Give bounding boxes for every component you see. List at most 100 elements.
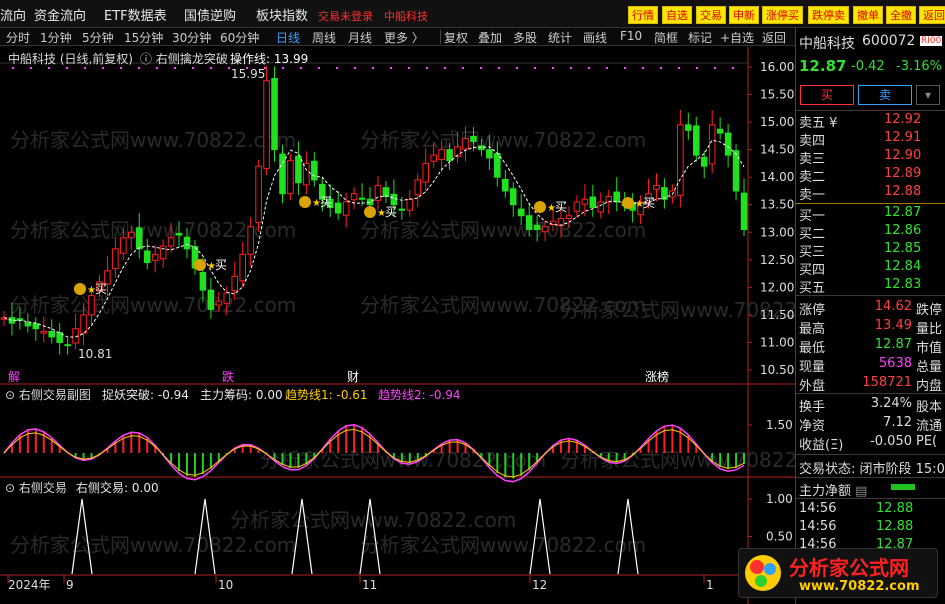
- quote-buy-button[interactable]: 买: [800, 85, 854, 105]
- top-dot: [624, 67, 626, 69]
- btn-watchlist[interactable]: 自选: [662, 6, 692, 24]
- btn-ipo[interactable]: 申新: [729, 6, 759, 24]
- top-dot: [228, 67, 230, 69]
- candle-body: [573, 201, 581, 212]
- tab-period-1m[interactable]: 1分钟: [40, 29, 72, 46]
- stat2-value: 7.12: [883, 415, 912, 430]
- candle-body: [398, 208, 406, 211]
- candle-body: [199, 271, 207, 291]
- bid-level-price[interactable]: 12.86: [884, 223, 921, 238]
- tab-period-monthly[interactable]: 月线: [348, 29, 372, 46]
- tab-period-60m[interactable]: 60分钟: [220, 29, 259, 46]
- candle-body: [565, 215, 573, 219]
- candle-body: [597, 201, 605, 213]
- stat2-extra-label: 流通: [916, 419, 943, 434]
- top-dot: [282, 67, 284, 69]
- btn-adjust[interactable]: 复权: [444, 29, 468, 46]
- candle-body: [48, 330, 56, 338]
- btn-limit-down-sell[interactable]: 跌停卖: [808, 6, 849, 24]
- sub1-item-0-label: 捉妖突破:: [102, 388, 155, 402]
- btn-cancel-all[interactable]: 全撤: [886, 6, 916, 24]
- sub2-tick-label: 1.00: [766, 492, 793, 506]
- tab-period-30m[interactable]: 30分钟: [172, 29, 211, 46]
- top-dot: [174, 67, 176, 69]
- kline-chart[interactable]: 分析家公式网www.70822.com 分析家公式网www.70822.com 分析…: [0, 47, 846, 604]
- btn-f10[interactable]: F10: [620, 29, 642, 43]
- bid-level-price[interactable]: 12.84: [884, 259, 921, 274]
- buy-label: 买: [555, 200, 567, 214]
- main-net-bar: [891, 484, 915, 490]
- menu-item-etf[interactable]: ETF数据表: [104, 5, 167, 24]
- bid-level-price[interactable]: 12.85: [884, 241, 921, 256]
- stat-value: 158721: [862, 375, 912, 390]
- list-icon: ▤: [855, 484, 868, 499]
- sub2-tick-label: 0.50: [766, 530, 793, 544]
- btn-mark[interactable]: 标记: [688, 29, 712, 46]
- top-dot: [30, 67, 32, 69]
- candle-body: [175, 232, 183, 236]
- btn-limit-up-buy[interactable]: 涨停买: [762, 6, 803, 24]
- quote-change: -0.42: [851, 59, 885, 74]
- candle-body: [716, 128, 724, 134]
- btn-draw-line[interactable]: 画线: [583, 29, 607, 46]
- candle-body: [128, 231, 135, 239]
- bid-level-label: 买五: [799, 281, 826, 296]
- btn-multi-stock[interactable]: 多股: [513, 29, 537, 46]
- btn-add-watchlist[interactable]: +自选: [720, 29, 754, 46]
- buy-label: 买: [215, 258, 227, 272]
- candle-body: [700, 156, 708, 167]
- tick-price: 12.88: [876, 501, 914, 516]
- ask-level-price[interactable]: 12.89: [884, 166, 921, 181]
- candle-body: [390, 193, 398, 206]
- login-status[interactable]: 交易未登录: [318, 8, 373, 24]
- price-tick-label: 15.50: [760, 88, 794, 102]
- btn-trade[interactable]: 交易: [696, 6, 726, 24]
- candle-body: [494, 152, 501, 178]
- top-menu-bar: 流向 资金流向 ETF数据表 国债逆购 板块指数 交易未登录 中船科技 行情 自…: [0, 0, 945, 28]
- candle-body: [541, 226, 549, 233]
- stat-value: 14.62: [874, 299, 912, 314]
- btn-quote[interactable]: 行情: [628, 6, 658, 24]
- quote-more-icon[interactable]: ▾: [916, 85, 940, 105]
- candle-body: [438, 149, 445, 161]
- main-indicator-name: ⓘ 右侧擒龙突破: [140, 52, 228, 66]
- bid-level-price[interactable]: 12.87: [884, 205, 921, 220]
- stat-extra-label: 市值: [916, 341, 943, 356]
- ask-level-price[interactable]: 12.90: [884, 148, 921, 163]
- candle-body: [358, 197, 366, 200]
- btn-cancel-order[interactable]: 撤单: [853, 6, 883, 24]
- tab-period-tick[interactable]: 分时: [6, 29, 30, 46]
- btn-back-top[interactable]: 返回: [919, 6, 945, 24]
- tab-period-15m[interactable]: 15分钟: [124, 29, 163, 46]
- tab-period-more[interactable]: 更多 〉: [384, 29, 424, 46]
- btn-simple-frame[interactable]: 简框: [654, 29, 678, 46]
- candle-body: [486, 149, 493, 159]
- menu-item-flow[interactable]: 流向: [0, 5, 26, 24]
- ask-level-price[interactable]: 12.91: [884, 130, 921, 145]
- menu-item-repo[interactable]: 国债逆购: [184, 5, 236, 24]
- sub1-name: 右侧交易副图: [18, 388, 91, 402]
- tab-period-weekly[interactable]: 周线: [312, 29, 336, 46]
- menu-item-fund-flow[interactable]: 资金流向: [34, 5, 86, 24]
- quote-sell-button[interactable]: 卖: [858, 85, 912, 105]
- btn-stats[interactable]: 统计: [548, 29, 572, 46]
- watermark-text: 分析家公式网www.70822.com: [360, 218, 646, 242]
- candle-body: [287, 160, 294, 195]
- sub1-item-3-label: 趋势线2:: [378, 388, 426, 402]
- candle-body: [589, 196, 597, 208]
- tick-time: 14:56: [799, 501, 837, 516]
- buy-label: 买: [320, 195, 332, 209]
- tab-period-5m[interactable]: 5分钟: [82, 29, 114, 46]
- divider: [796, 477, 945, 478]
- main-net-label[interactable]: 主力净额 ▤: [799, 480, 867, 499]
- ask-level-price[interactable]: 12.88: [884, 184, 921, 199]
- tab-period-daily[interactable]: 日线: [276, 29, 300, 46]
- bid-level-price[interactable]: 12.83: [884, 277, 921, 292]
- ask-level-price[interactable]: 12.92: [884, 112, 921, 127]
- stat2-label: 收益(Ξ): [799, 438, 844, 453]
- btn-back[interactable]: 返回: [762, 29, 786, 46]
- toolbar-divider: [440, 30, 441, 44]
- top-dot: [714, 67, 716, 69]
- btn-overlay[interactable]: 叠加: [478, 29, 502, 46]
- menu-item-sector-index[interactable]: 板块指数: [256, 5, 308, 24]
